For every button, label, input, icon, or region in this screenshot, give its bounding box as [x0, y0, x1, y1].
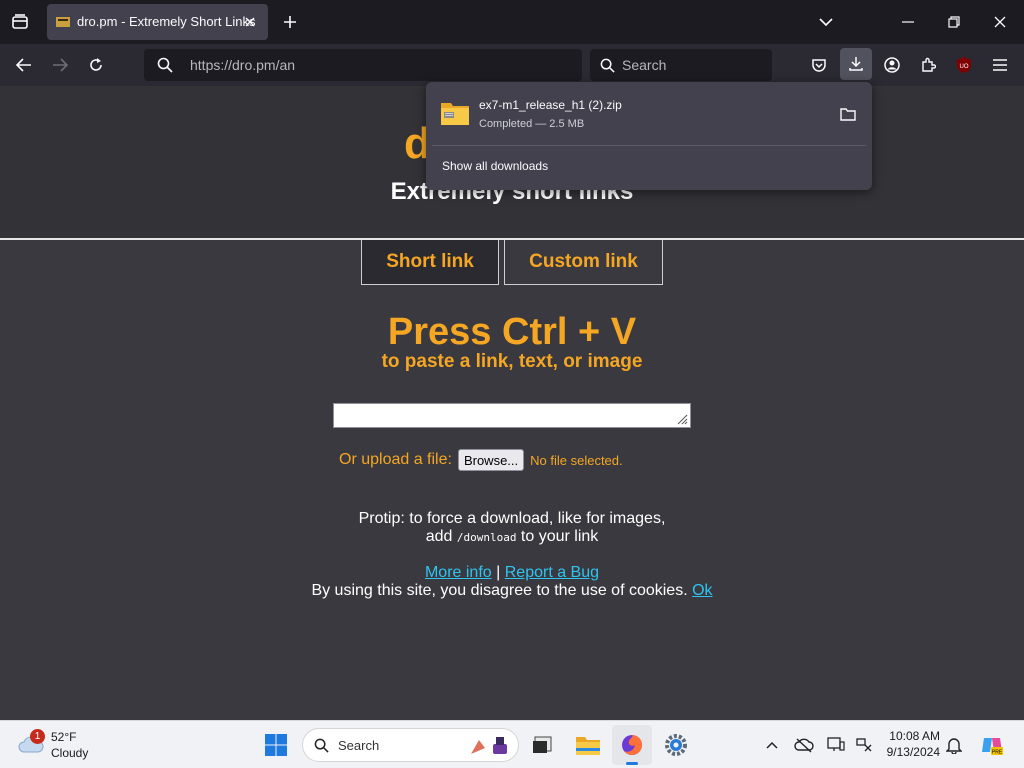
- search-placeholder: Search: [622, 57, 667, 73]
- folder-icon: [576, 737, 600, 755]
- report-bug-link[interactable]: Report a Bug: [505, 564, 599, 581]
- cookie-ok-link[interactable]: Ok: [692, 582, 712, 599]
- paste-subheadline: to paste a link, text, or image: [381, 351, 643, 372]
- ublock-origin-icon[interactable]: UO: [952, 53, 976, 77]
- show-all-downloads-button[interactable]: Show all downloads: [442, 159, 548, 173]
- gear-icon: [665, 734, 687, 756]
- file-explorer-button[interactable]: [568, 725, 608, 765]
- forward-icon[interactable]: [48, 53, 72, 77]
- task-view-icon: [533, 736, 552, 753]
- reload-icon[interactable]: [84, 53, 108, 77]
- menu-icon[interactable]: [988, 53, 1012, 77]
- pocket-icon[interactable]: [807, 53, 831, 77]
- minimize-icon[interactable]: [896, 10, 920, 34]
- cookie-notice: By using this site, you disagree to the …: [0, 582, 1024, 600]
- firefox-icon: [622, 735, 642, 755]
- network-icon[interactable]: [846, 725, 882, 765]
- search-icon: [156, 56, 174, 74]
- search-highlight-icon: [471, 737, 507, 754]
- svg-text:PRE: PRE: [992, 750, 1003, 756]
- svg-text:UO: UO: [960, 64, 969, 70]
- address-bar[interactable]: https://dro.pm/an: [144, 49, 582, 81]
- firefox-button[interactable]: [612, 725, 652, 765]
- protip-code: /download: [456, 531, 517, 544]
- windows-logo-icon: [265, 734, 287, 756]
- download-icon: [849, 57, 863, 71]
- new-tab-icon[interactable]: [278, 10, 302, 34]
- download-status: Completed — 2.5 MB: [479, 118, 585, 130]
- restore-icon[interactable]: [942, 10, 966, 34]
- protip-line-2: add /download to your link: [0, 528, 1024, 546]
- copilot-icon[interactable]: PRE: [972, 725, 1012, 765]
- link-separator: |: [496, 564, 501, 581]
- clock-date[interactable]: 9/13/2024: [880, 745, 940, 759]
- weather-temperature: 52°F: [51, 730, 77, 744]
- start-button[interactable]: [256, 725, 296, 765]
- file-status: No file selected.: [530, 452, 623, 468]
- protip-add: add: [425, 528, 453, 545]
- task-view-button[interactable]: [522, 725, 562, 765]
- download-file-name: ex7-m1_release_h1 (2).zip: [479, 98, 622, 112]
- upload-label: Or upload a file:: [339, 451, 452, 468]
- tab-bar: dro.pm - Extremely Short Links: [0, 0, 1024, 44]
- clock-time[interactable]: 10:08 AM: [880, 729, 940, 743]
- tab-close-icon[interactable]: [240, 12, 260, 32]
- onedrive-offline-icon[interactable]: [786, 725, 822, 765]
- search-icon: [314, 738, 329, 753]
- search-bar[interactable]: Search: [590, 49, 772, 81]
- weather-condition: Cloudy: [51, 746, 89, 760]
- taskbar-search[interactable]: Search: [302, 728, 519, 762]
- downloads-button[interactable]: [840, 48, 872, 80]
- tab-short-link[interactable]: Short link: [361, 240, 499, 285]
- upload-row: Or upload a file: Browse... No file sele…: [339, 449, 623, 471]
- protip-line-1: Protip: to force a download, like for im…: [358, 510, 666, 527]
- browser-tab[interactable]: dro.pm - Extremely Short Links: [47, 4, 268, 40]
- list-tabs-chevron-icon[interactable]: [814, 10, 838, 34]
- zip-file-icon: [441, 103, 469, 125]
- weather-widget[interactable]: 1 52°F Cloudy: [16, 727, 116, 763]
- taskbar: 1 52°F Cloudy Search 10:08 AM 9/13/2024 …: [0, 720, 1024, 768]
- browse-button[interactable]: Browse...: [457, 449, 525, 471]
- extensions-icon[interactable]: [916, 53, 940, 77]
- folder-icon[interactable]: [836, 102, 860, 126]
- tab-custom-link[interactable]: Custom link: [504, 240, 663, 285]
- cookie-text: By using this site, you disagree to the …: [311, 582, 688, 599]
- window-close-icon[interactable]: [988, 10, 1012, 34]
- protip-end: to your link: [520, 528, 599, 545]
- site-favicon-icon: [56, 17, 70, 27]
- settings-button[interactable]: [656, 725, 696, 765]
- tab-title: dro.pm - Extremely Short Links: [77, 14, 256, 29]
- search-icon: [598, 56, 616, 74]
- footer-links: More info | Report a Bug: [0, 564, 1024, 582]
- taskbar-search-placeholder: Search: [338, 738, 380, 753]
- paste-headline: Press Ctrl + V: [387, 311, 637, 353]
- account-icon[interactable]: [880, 53, 904, 77]
- download-item[interactable]: ex7-m1_release_h1 (2).zip Completed — 2.…: [432, 88, 866, 140]
- paste-textarea[interactable]: [333, 403, 691, 428]
- notification-badge: 1: [30, 729, 45, 744]
- address-url: https://dro.pm/an: [190, 57, 296, 73]
- resize-grip-icon[interactable]: [676, 413, 688, 425]
- downloads-panel: ex7-m1_release_h1 (2).zip Completed — 2.…: [426, 82, 872, 190]
- active-indicator: [626, 762, 638, 765]
- divider: [432, 145, 866, 146]
- more-info-link[interactable]: More info: [425, 564, 492, 581]
- back-icon[interactable]: [12, 53, 36, 77]
- notification-bell-icon[interactable]: [936, 725, 972, 765]
- tab-overview-icon[interactable]: [8, 10, 32, 34]
